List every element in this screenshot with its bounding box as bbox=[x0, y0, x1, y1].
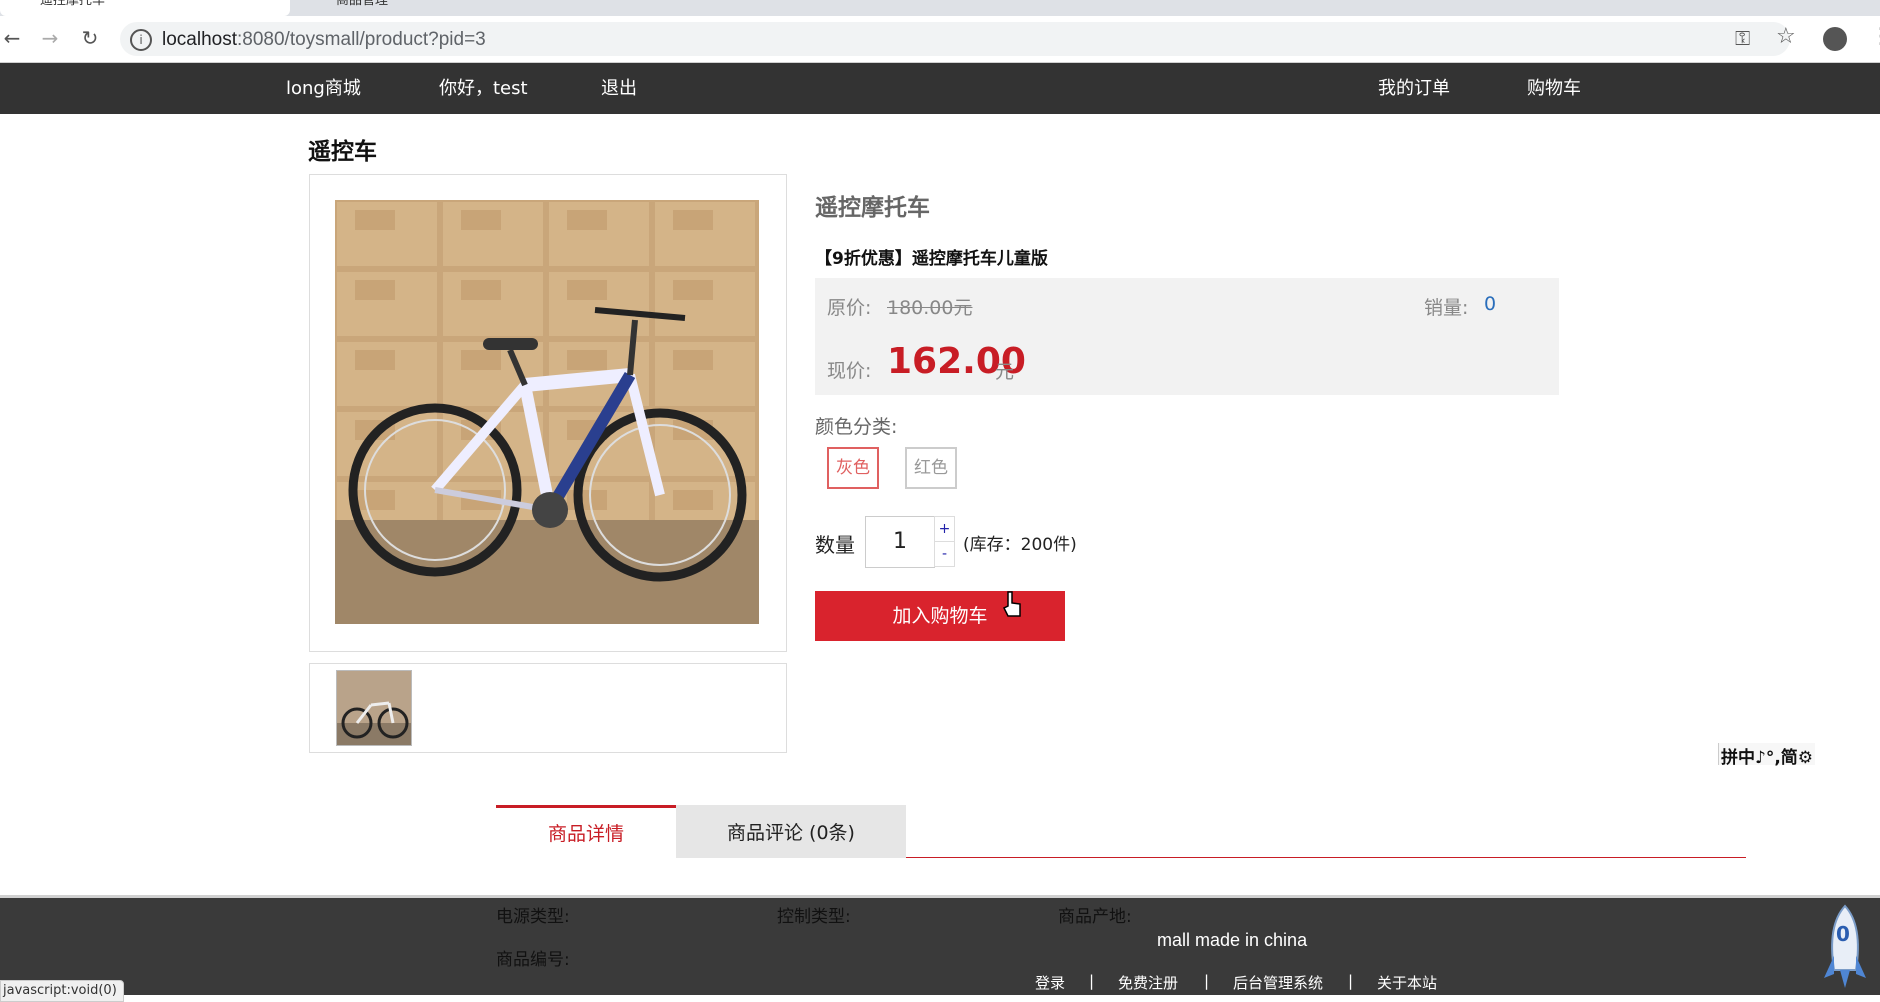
quantity-input[interactable]: 1 bbox=[865, 516, 935, 568]
key-icon[interactable]: ⚿ bbox=[1735, 26, 1750, 50]
my-orders-link[interactable]: 我的订单 bbox=[1378, 63, 1450, 114]
current-price-unit: 元 bbox=[995, 361, 1015, 383]
color-label: 颜色分类: bbox=[815, 416, 898, 438]
quantity-label: 数量 bbox=[815, 533, 855, 557]
account-icon[interactable] bbox=[1823, 27, 1847, 51]
sales-count: 0 bbox=[1484, 293, 1497, 315]
current-price-label: 现价: bbox=[827, 360, 872, 382]
url-path: :8080/toysmall/product?pid=3 bbox=[237, 29, 486, 50]
browser-tab[interactable]: 商品管理 bbox=[296, 0, 586, 16]
footer-link-admin[interactable]: 后台管理系统 bbox=[1233, 972, 1323, 993]
url-text[interactable]: localhost:8080/toysmall/product?pid=3 bbox=[162, 29, 486, 51]
logout-link[interactable]: 退出 bbox=[601, 63, 637, 114]
info-icon[interactable]: i bbox=[130, 29, 152, 51]
rocket-back-to-top-icon[interactable] bbox=[1820, 904, 1870, 990]
tab-title: 遥控摩托车 bbox=[40, 0, 106, 8]
browser-status-bar: javascript:void(0) bbox=[0, 980, 124, 1002]
footer-link-login[interactable]: 登录 bbox=[1035, 972, 1065, 993]
brand-link[interactable]: long商城 bbox=[286, 63, 361, 114]
footer-tagline: mall made in china bbox=[1157, 930, 1308, 950]
tab-title: 商品管理 bbox=[336, 0, 389, 8]
menu-kebab-icon[interactable]: ⋮ bbox=[1870, 24, 1880, 49]
attr-control-type: 控制类型: bbox=[777, 907, 851, 927]
hand-cursor-icon bbox=[1002, 591, 1021, 617]
attr-origin: 商品产地: bbox=[1058, 907, 1132, 927]
footer bbox=[0, 895, 1880, 995]
forward-arrow-icon[interactable]: → bbox=[38, 26, 62, 50]
product-description: 【9折优惠】遥控摩托车儿童版 bbox=[815, 249, 1048, 269]
stock-info: (库存：200件) bbox=[963, 535, 1077, 555]
reload-icon[interactable]: ↻ bbox=[78, 26, 102, 50]
quantity-decrease-button[interactable]: - bbox=[934, 541, 955, 567]
sales-label: 销量: bbox=[1424, 297, 1469, 319]
browser-tab-active[interactable]: 遥控摩托车 bbox=[0, 0, 290, 16]
ime-toolbar[interactable]: 拼中♪°,简⚙ bbox=[1718, 743, 1816, 768]
quantity-increase-button[interactable]: + bbox=[934, 516, 955, 542]
attr-product-code: 商品编号: bbox=[496, 950, 570, 970]
tab-product-reviews[interactable]: 商品评论 (0条) bbox=[676, 805, 906, 858]
footer-separator: | bbox=[1348, 972, 1354, 990]
original-price: 180.00元 bbox=[887, 297, 973, 319]
footer-separator: | bbox=[1089, 972, 1095, 990]
category-title: 遥控车 bbox=[308, 139, 377, 165]
color-option-gray[interactable]: 灰色 bbox=[827, 447, 879, 489]
url-host: localhost bbox=[162, 29, 237, 50]
site-navbar bbox=[0, 63, 1880, 114]
user-greeting[interactable]: 你好，test bbox=[439, 63, 528, 114]
product-image bbox=[335, 200, 759, 624]
original-price-label: 原价: bbox=[827, 297, 872, 319]
back-arrow-icon[interactable]: ← bbox=[0, 26, 24, 50]
attr-power-type: 电源类型: bbox=[496, 907, 570, 927]
product-name: 遥控摩托车 bbox=[815, 195, 930, 221]
tab-product-details[interactable]: 商品详情 bbox=[496, 805, 676, 858]
cart-link[interactable]: 购物车 bbox=[1527, 63, 1581, 114]
footer-link-about[interactable]: 关于本站 bbox=[1377, 972, 1437, 993]
rocket-badge: 0 bbox=[1836, 922, 1850, 946]
star-icon[interactable]: ☆ bbox=[1776, 24, 1796, 49]
footer-separator: | bbox=[1204, 972, 1210, 990]
color-option-red[interactable]: 红色 bbox=[905, 447, 957, 489]
footer-link-register[interactable]: 免费注册 bbox=[1118, 972, 1178, 993]
product-thumbnail[interactable] bbox=[336, 670, 412, 746]
add-to-cart-button[interactable]: 加入购物车 bbox=[815, 591, 1065, 641]
